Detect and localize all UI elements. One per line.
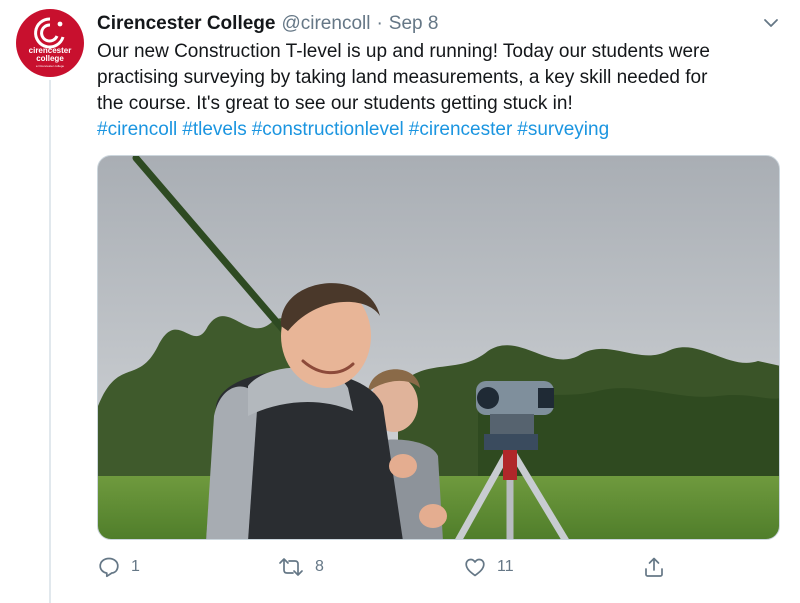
tweet-text-line: practising surveying by taking land meas… <box>97 67 708 88</box>
tweet-text-line: the course. It's great to see our studen… <box>97 93 573 114</box>
thread-line <box>49 80 51 603</box>
chevron-down-icon <box>764 19 778 27</box>
hashtag-link[interactable]: #cirencoll <box>97 117 177 143</box>
tweet-text-line: Our new Construction T-level is up and r… <box>97 41 710 62</box>
tweet-date[interactable]: Sep 8 <box>389 13 439 35</box>
hashtag-list: #cirencoll #tlevels #constructionlevel #… <box>97 117 787 143</box>
photo-students-surveying <box>98 156 779 539</box>
avatar-logo-line3: a Cirencester college <box>35 64 65 68</box>
like-button[interactable]: 11 <box>463 552 514 582</box>
hashtag-link[interactable]: #surveying <box>517 117 609 143</box>
reply-button[interactable]: 1 <box>97 552 140 582</box>
author-name[interactable]: Cirencester College <box>97 13 275 35</box>
tweet-text: Our new Construction T-level is up and r… <box>97 39 787 143</box>
retweet-button[interactable]: 8 <box>277 552 324 582</box>
avatar[interactable]: cirencester college a Cirencester colleg… <box>16 9 84 77</box>
retweet-count: 8 <box>315 558 324 575</box>
hashtag-link[interactable]: #tlevels <box>182 117 246 143</box>
more-options-button[interactable] <box>760 14 782 32</box>
share-icon <box>645 557 663 577</box>
avatar-logo-line2: college <box>36 54 64 63</box>
heart-icon <box>465 558 485 577</box>
hashtag-link[interactable]: #constructionlevel <box>252 117 404 143</box>
like-count: 11 <box>497 558 514 575</box>
tweet-header: Cirencester College @cirencoll · Sep 8 <box>97 11 438 37</box>
reply-icon <box>99 557 119 578</box>
tweet-photo[interactable] <box>97 155 780 540</box>
tweet-actions: 1 8 11 <box>97 552 780 582</box>
separator-dot: · <box>376 13 383 34</box>
share-button[interactable] <box>642 552 666 582</box>
reply-count: 1 <box>131 558 140 575</box>
author-handle[interactable]: @cirencoll <box>281 13 370 35</box>
hashtag-link[interactable]: #cirencester <box>409 117 513 143</box>
retweet-icon <box>279 558 303 576</box>
